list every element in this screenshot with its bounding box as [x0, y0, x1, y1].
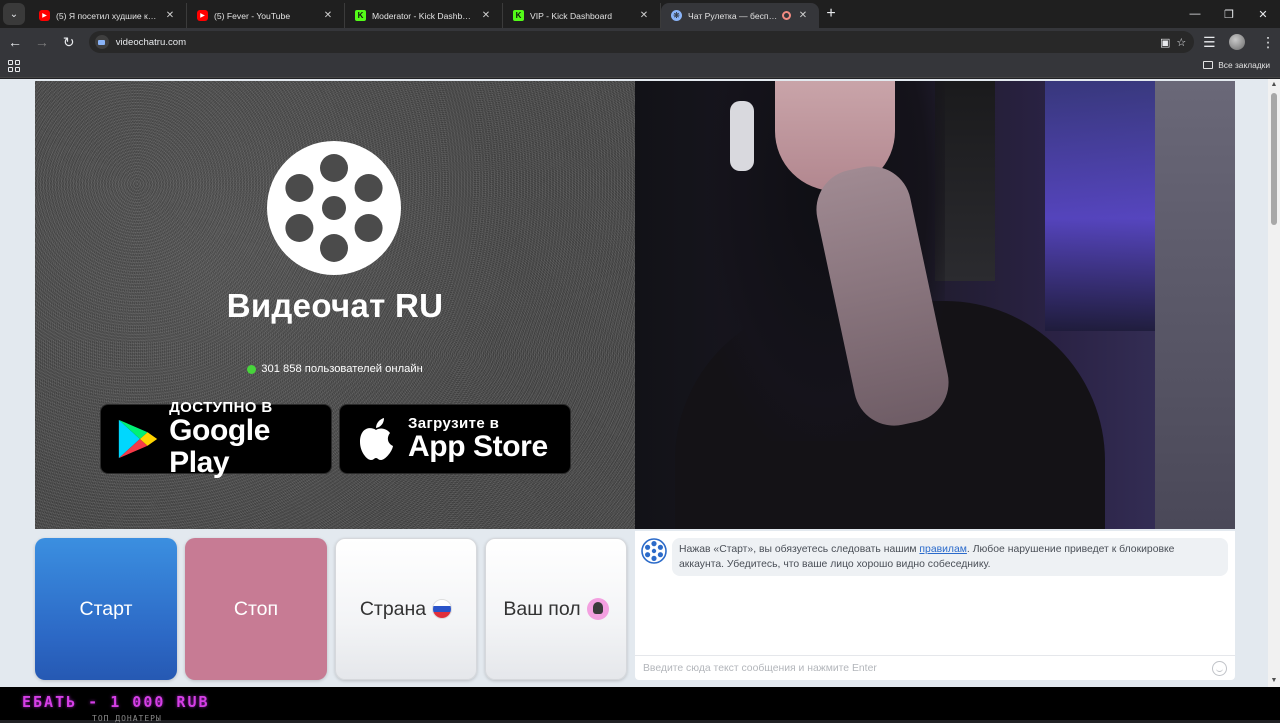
tab-search-button[interactable]: ⌄: [3, 3, 25, 25]
close-icon[interactable]: ✕: [164, 10, 176, 21]
app-store-button[interactable]: Загрузите в App Store: [339, 404, 571, 474]
kebab-menu-icon[interactable]: ⋮: [1256, 30, 1280, 54]
tab-youtube-cinemas[interactable]: ▶ (5) Я посетил худшие кинотеатры ✕: [29, 3, 187, 28]
close-icon[interactable]: ✕: [480, 10, 492, 21]
russia-flag-icon: [432, 599, 453, 619]
url-text[interactable]: videochatru.com: [116, 37, 1160, 48]
address-bar[interactable]: videochatru.com ▣ ☆: [88, 31, 1195, 53]
apple-icon: [360, 418, 393, 460]
online-counter: 301 858 пользователей онлайн: [35, 363, 635, 375]
reload-icon[interactable]: ↻: [57, 30, 81, 54]
online-counter-text: 301 858 пользователей онлайн: [261, 363, 423, 375]
country-button[interactable]: Страна: [335, 538, 477, 680]
bookmarks-bar: Все закладки: [0, 56, 1280, 78]
kick-icon: K: [355, 10, 366, 21]
page-scrollbar[interactable]: ▲ ▼: [1268, 79, 1280, 687]
roulette-logo-icon: [267, 141, 401, 275]
google-play-small-label: ДОСТУПНО В: [169, 399, 273, 416]
chat-controls: Старт Стоп Страна Ваш пол: [35, 538, 627, 680]
web-page: Видеочат RU 301 858 пользователей онлайн…: [0, 79, 1280, 687]
system-message: Нажав «Старт», вы обязуетесь следовать н…: [672, 538, 1228, 577]
tab-youtube-fever[interactable]: ▶ (5) Fever - YouTube ✕: [187, 3, 345, 28]
back-arrow-icon[interactable]: ←: [3, 30, 27, 54]
youtube-icon: ▶: [197, 10, 208, 21]
chat-message-input[interactable]: [643, 662, 1212, 674]
app-store-big-label: App Store: [408, 429, 548, 463]
bookmark-star-icon[interactable]: ☆: [1176, 36, 1186, 49]
google-play-icon: [118, 419, 158, 459]
online-status-dot: [247, 364, 257, 374]
country-label: Страна: [359, 597, 427, 620]
folder-icon: [1203, 61, 1214, 69]
text-chat-panel: Нажав «Старт», вы обязуетесь следовать н…: [635, 531, 1235, 680]
gender-label: Ваш пол: [503, 597, 581, 620]
app-store-small-label: Загрузите в: [408, 414, 500, 432]
start-button[interactable]: Старт: [35, 538, 177, 680]
profile-avatar[interactable]: [1229, 34, 1246, 50]
gender-button[interactable]: Ваш пол: [485, 538, 627, 680]
videochat-app: Видеочат RU 301 858 пользователей онлайн…: [35, 81, 1235, 687]
forward-arrow-icon[interactable]: →: [30, 30, 54, 54]
google-play-button[interactable]: ДОСТУПНО В Google Play: [100, 400, 332, 478]
videochat-icon: ❋: [671, 10, 682, 21]
tab-kick-vip[interactable]: K VIP - Kick Dashboard ✕: [503, 3, 661, 28]
window-controls: — ❐ ✕: [1178, 0, 1280, 28]
roulette-logo-icon: [641, 538, 667, 564]
tab-strip: ⌄ ▶ (5) Я посетил худшие кинотеатры ✕ ▶ …: [0, 0, 1280, 28]
tab-videochat[interactable]: ❋ Чат Рулетка — бесплатный видеочат ✕: [661, 3, 819, 28]
scroll-up-arrow-icon[interactable]: ▲: [1270, 81, 1278, 89]
tab-title: Moderator - Kick Dashboard: [372, 10, 474, 21]
tab-kick-moderator[interactable]: K Moderator - Kick Dashboard ✕: [345, 3, 503, 28]
media-controls-icon[interactable]: ☰: [1197, 30, 1221, 54]
donation-goal-text: ЕБАТЬ - 1 000 RUB: [22, 693, 210, 711]
kick-icon: K: [513, 10, 524, 21]
close-icon[interactable]: ✕: [322, 10, 334, 21]
install-app-icon[interactable]: ▣: [1160, 36, 1170, 49]
close-icon[interactable]: ✕: [797, 10, 809, 21]
close-window-icon[interactable]: ✕: [1246, 0, 1280, 28]
tab-title: (5) Я посетил худшие кинотеатры: [56, 10, 158, 21]
local-video-pane: Видеочат RU 301 858 пользователей онлайн…: [35, 81, 635, 529]
tab-title: Чат Рулетка — бесплатный видеочат: [688, 10, 778, 21]
scroll-down-arrow-icon[interactable]: ▼: [1270, 677, 1278, 685]
youtube-icon: ▶: [39, 10, 50, 21]
tab-title: VIP - Kick Dashboard: [530, 10, 612, 21]
stream-overlay: ЕБАТЬ - 1 000 RUB ТОП ДОНАТЕРЫ: [0, 687, 1280, 723]
recording-icon: [782, 11, 791, 20]
scroll-thumb[interactable]: [1271, 93, 1277, 225]
start-label: Старт: [79, 597, 133, 620]
browser-toolbar: ← → ↻ videochatru.com ▣ ☆ ☰ ⋮: [0, 28, 1280, 56]
stop-label: Стоп: [233, 597, 279, 620]
rules-link[interactable]: правилам: [919, 544, 967, 555]
all-bookmarks-button[interactable]: Все закладки: [1203, 60, 1270, 70]
brand-title: Видеочат RU: [226, 287, 444, 324]
restore-icon[interactable]: ❐: [1212, 0, 1246, 28]
google-play-big-label: Google Play: [169, 414, 271, 479]
new-tab-button[interactable]: +: [819, 2, 843, 26]
top-donors-label: ТОП ДОНАТЕРЫ: [92, 714, 162, 723]
female-avatar-icon: [586, 598, 609, 620]
tab-title: (5) Fever - YouTube: [214, 10, 291, 21]
remote-video-pane: [635, 81, 1235, 529]
emoji-icon[interactable]: [1212, 660, 1227, 676]
stop-button[interactable]: Стоп: [185, 538, 327, 680]
chat-input-bar: [635, 655, 1235, 680]
close-icon[interactable]: ✕: [638, 10, 650, 21]
apps-grid-icon[interactable]: [8, 60, 20, 72]
all-bookmarks-label: Все закладки: [1218, 60, 1270, 70]
site-info-icon[interactable]: [94, 35, 109, 49]
minimize-icon[interactable]: —: [1178, 0, 1212, 28]
system-message-text: Нажав «Старт», вы обязуетесь следовать н…: [679, 544, 920, 555]
